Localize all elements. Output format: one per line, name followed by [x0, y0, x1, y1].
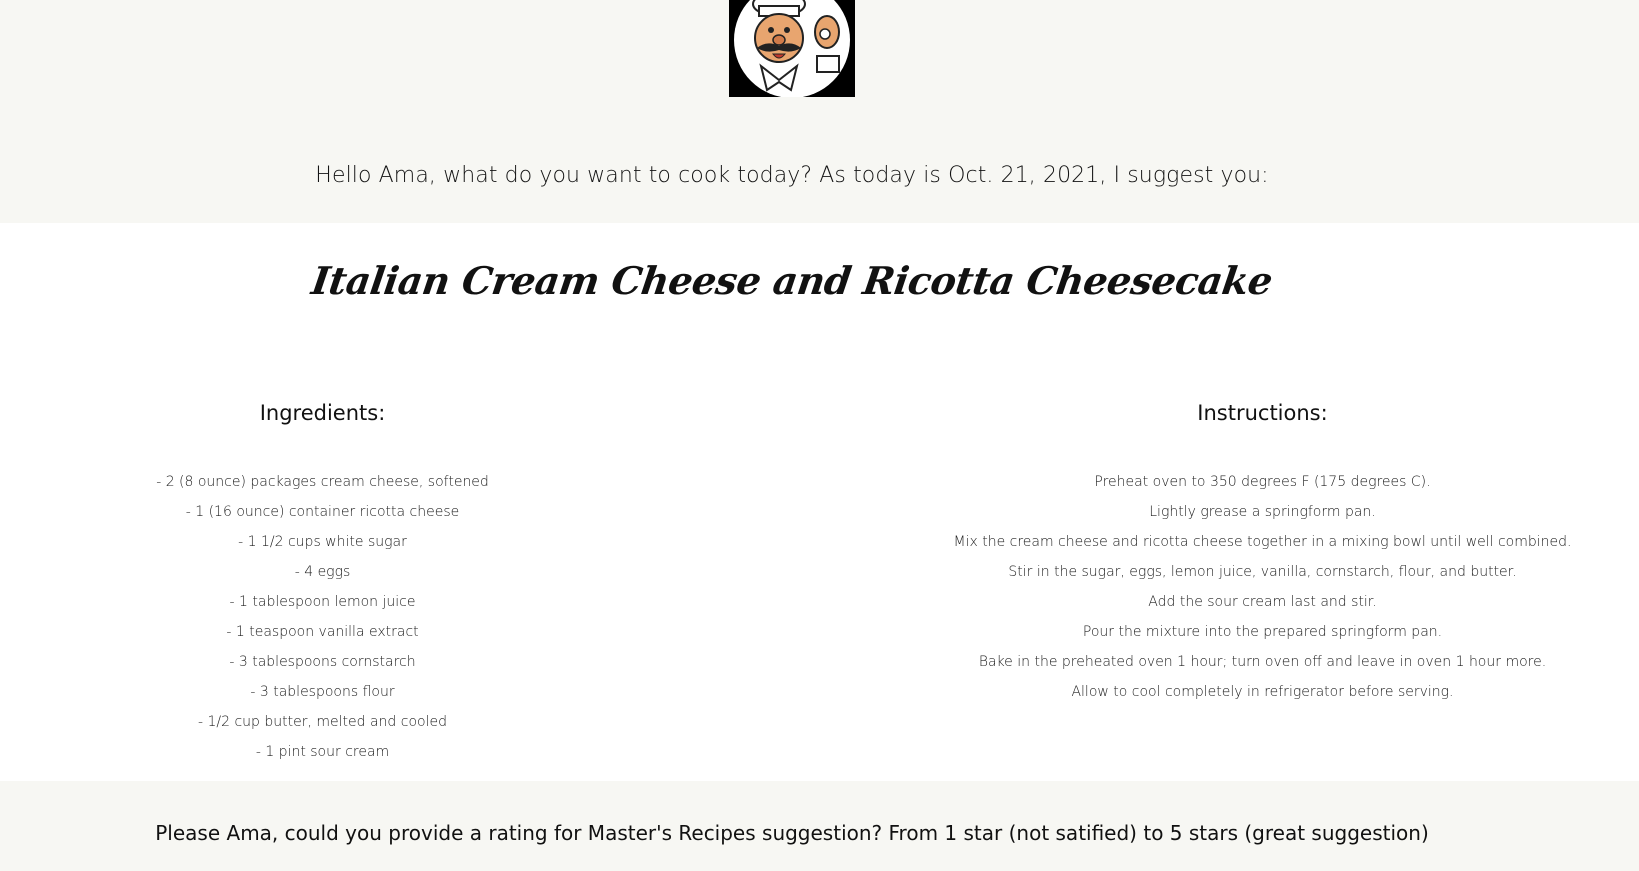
recipe-title: Italian Cream Cheese and Ricotta Cheesec… — [308, 258, 1276, 303]
instruction-step: Bake in the preheated oven 1 hour; turn … — [978, 654, 1547, 670]
instruction-step: Allow to cool completely in refrigerator… — [1071, 684, 1454, 700]
ingredient-item: - 1/2 cup butter, melted and cooled — [198, 714, 447, 730]
ingredient-item: - 1 tablespoon lemon juice — [229, 594, 416, 610]
ingredient-item: - 3 tablespoons cornstarch — [229, 654, 416, 670]
instruction-step: Stir in the sugar, eggs, lemon juice, va… — [1008, 564, 1517, 580]
instruction-step: Preheat oven to 350 degrees F (175 degre… — [1094, 474, 1431, 490]
ingredient-item: - 1 teaspoon vanilla extract — [226, 624, 419, 640]
ingredient-item: - 2 (8 ounce) packages cream cheese, sof… — [156, 474, 489, 490]
ingredient-item: - 4 eggs — [294, 564, 351, 580]
ingredient-item: - 1 (16 ounce) container ricotta cheese — [185, 504, 460, 520]
instruction-step: Add the sour cream last and stir. — [1148, 594, 1377, 610]
instruction-step: Mix the cream cheese and ricotta cheese … — [953, 534, 1572, 550]
greeting-text: Hello Ama, what do you want to cook toda… — [315, 163, 1269, 188]
instructions-heading: Instructions: — [1197, 401, 1328, 425]
ingredient-item: - 3 tablespoons flour — [250, 684, 395, 700]
instructions-section: Instructions: Preheat oven to 350 degree… — [920, 398, 1605, 707]
ingredients-section: Ingredients: - 2 (8 ounce) packages crea… — [100, 398, 545, 767]
header-band: Hello Ama, what do you want to cook toda… — [0, 0, 1639, 223]
instructions-list: Preheat oven to 350 degrees F (175 degre… — [920, 467, 1605, 707]
instruction-step: Lightly grease a springform pan. — [1149, 504, 1376, 520]
ingredient-item: - 1 1/2 cups white sugar — [238, 534, 407, 550]
ingredients-list: - 2 (8 ounce) packages cream cheese, sof… — [100, 467, 545, 767]
ingredient-item: - 1 pint sour cream — [255, 744, 390, 760]
chef-mascot-icon — [729, 0, 855, 97]
rating-prompt: Please Ama, could you provide a rating f… — [155, 821, 1429, 845]
recipe-page: Hello Ama, what do you want to cook toda… — [0, 0, 1639, 871]
ingredients-heading: Ingredients: — [259, 401, 386, 425]
instruction-step: Pour the mixture into the prepared sprin… — [1082, 624, 1443, 640]
